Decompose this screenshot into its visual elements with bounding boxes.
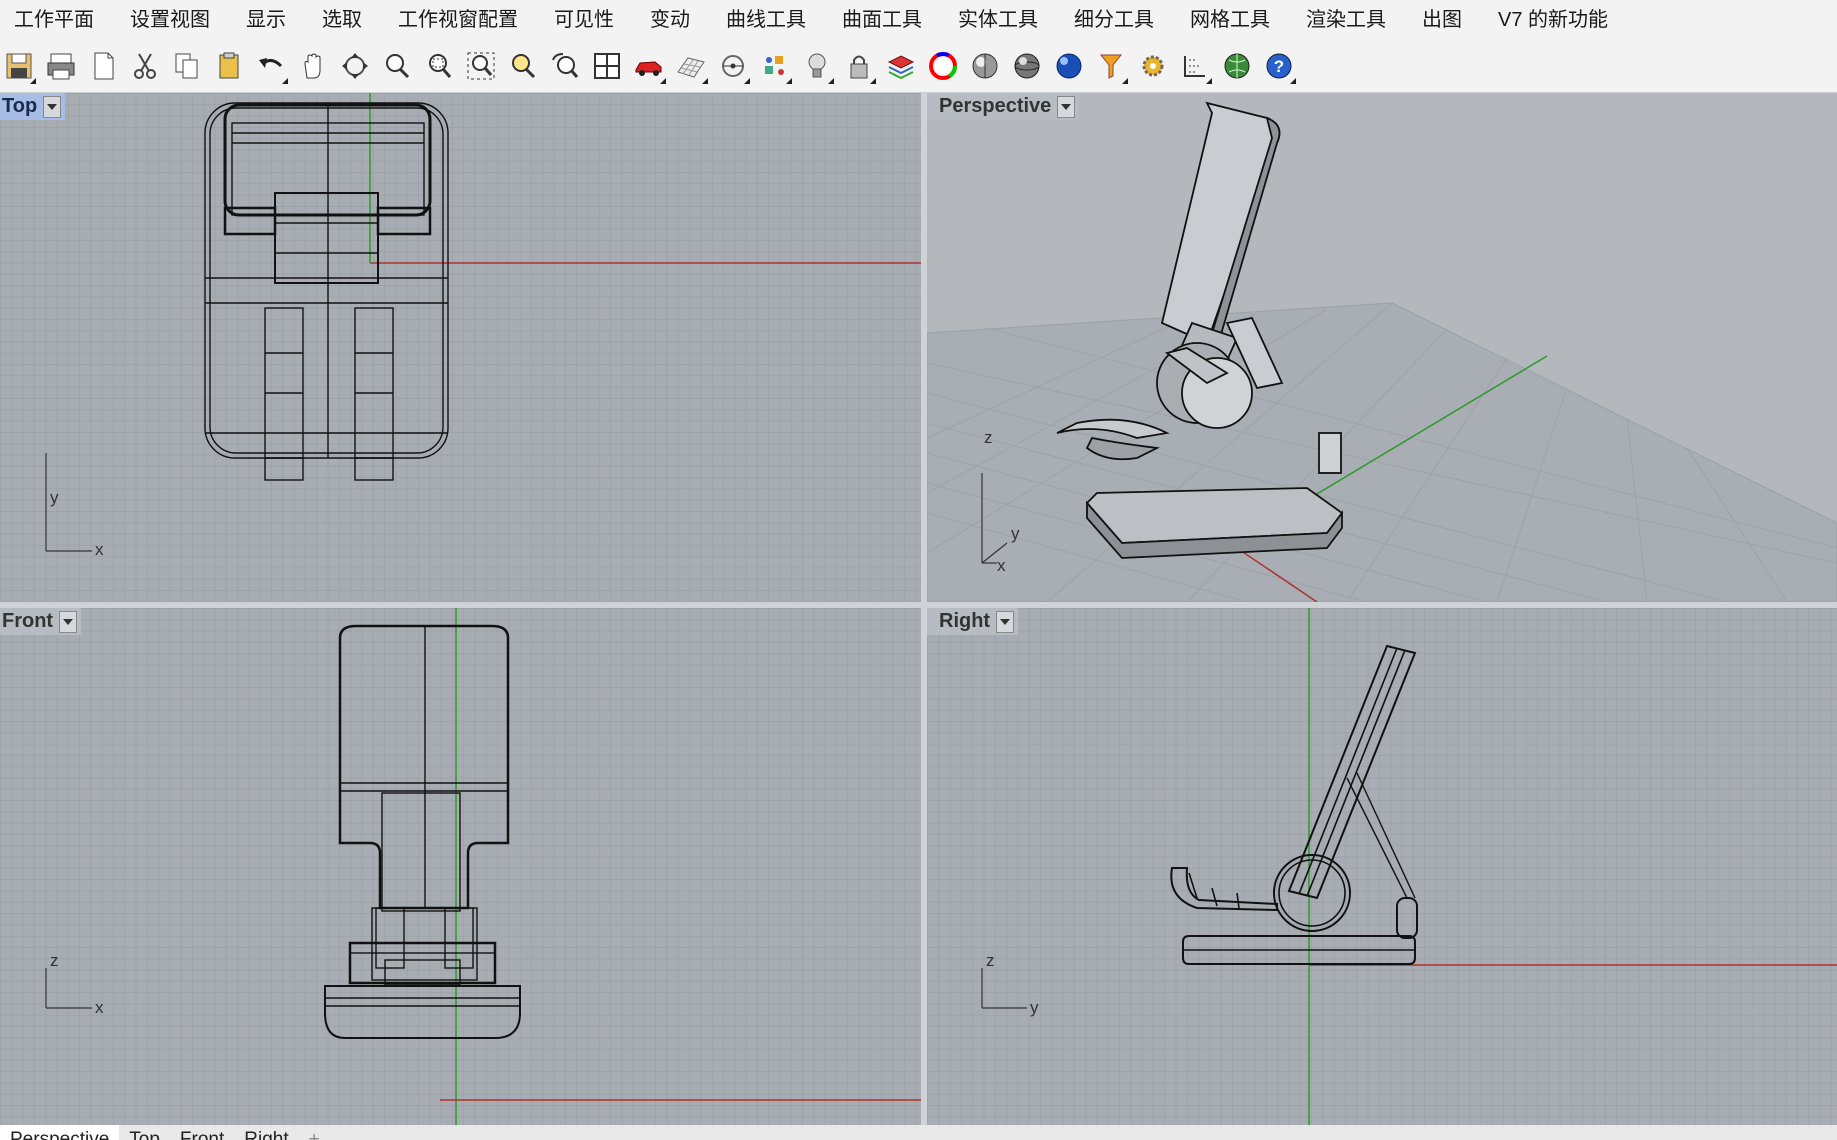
tab-perspective[interactable]: Perspective xyxy=(0,1125,120,1140)
menu-workplane[interactable]: 工作平面 xyxy=(0,0,116,40)
menu-surface-tools[interactable]: 曲面工具 xyxy=(828,0,944,40)
pan-hand-icon[interactable] xyxy=(294,46,332,86)
light-bulb-icon[interactable] xyxy=(798,46,836,86)
gumball-icon[interactable] xyxy=(756,46,794,86)
viewport-label-top[interactable]: Top xyxy=(0,93,66,120)
flyout-indicator-icon xyxy=(702,78,708,84)
viewport-perspective[interactable]: z y x Perspective xyxy=(927,93,1837,602)
flyout-indicator-icon xyxy=(1290,78,1296,84)
layers-icon[interactable] xyxy=(882,46,920,86)
rendered-sphere-icon[interactable] xyxy=(1008,46,1046,86)
zoom-extents-icon[interactable] xyxy=(462,46,500,86)
menu-select[interactable]: 选取 xyxy=(308,0,384,40)
right-axis-y: y xyxy=(1030,998,1039,1017)
flyout-indicator-icon xyxy=(828,78,834,84)
viewport-top[interactable]: y x Top xyxy=(0,93,921,602)
globe-icon[interactable] xyxy=(1218,46,1256,86)
snap-point-icon[interactable] xyxy=(714,46,752,86)
menu-transform[interactable]: 变动 xyxy=(636,0,712,40)
flyout-indicator-icon xyxy=(1122,78,1128,84)
perspective-view-drawing: z y x xyxy=(927,101,1837,602)
shaded-sphere-icon[interactable] xyxy=(966,46,1004,86)
menu-bar: 工作平面 设置视图 显示 选取 工作视窗配置 可见性 变动 曲线工具 曲面工具 … xyxy=(0,0,1837,41)
menu-new-in-v7[interactable]: V7 的新功能 xyxy=(1484,0,1630,40)
flyout-indicator-icon xyxy=(870,78,876,84)
dimension-icon[interactable] xyxy=(1176,46,1214,86)
chevron-down-icon[interactable] xyxy=(1057,95,1076,118)
persp-axis-x: x xyxy=(997,556,1006,575)
right-view-drawing: z y xyxy=(981,608,1837,1125)
flyout-indicator-icon xyxy=(660,78,666,84)
chevron-down-icon[interactable] xyxy=(43,95,62,118)
viewport-title: Right xyxy=(939,610,991,632)
paste-icon[interactable] xyxy=(210,46,248,86)
new-document-icon[interactable] xyxy=(84,46,122,86)
right-axis-z: z xyxy=(986,951,995,970)
add-tab-icon[interactable]: + xyxy=(299,1125,330,1140)
lock-icon[interactable] xyxy=(840,46,878,86)
menu-render-tools[interactable]: 渲染工具 xyxy=(1292,0,1408,40)
menu-set-view[interactable]: 设置视图 xyxy=(116,0,232,40)
chevron-down-icon[interactable] xyxy=(996,610,1015,633)
menu-drafting[interactable]: 出图 xyxy=(1408,0,1484,40)
viewport-title: Front xyxy=(2,610,54,632)
cut-icon[interactable] xyxy=(126,46,164,86)
top-axis-y: y xyxy=(50,488,59,507)
chevron-down-icon[interactable] xyxy=(59,610,78,633)
save-icon[interactable] xyxy=(0,46,38,86)
color-wheel-icon[interactable] xyxy=(924,46,962,86)
viewport-title: Perspective xyxy=(939,95,1052,117)
menu-mesh-tools[interactable]: 网格工具 xyxy=(1176,0,1292,40)
zoom-selected-icon[interactable] xyxy=(504,46,542,86)
viewport-label-perspective[interactable]: Perspective xyxy=(927,93,1080,120)
tab-front[interactable]: Front xyxy=(170,1125,234,1140)
menu-visibility[interactable]: 可见性 xyxy=(540,0,636,40)
undo-icon[interactable] xyxy=(252,46,290,86)
flyout-indicator-icon xyxy=(282,78,288,84)
zoom-icon[interactable] xyxy=(378,46,416,86)
undo-view-icon[interactable] xyxy=(546,46,584,86)
grid-icon[interactable] xyxy=(672,46,710,86)
tab-top[interactable]: Top xyxy=(119,1125,170,1140)
flyout-indicator-icon xyxy=(744,78,750,84)
menu-solid-tools[interactable]: 实体工具 xyxy=(944,0,1060,40)
persp-axis-y: y xyxy=(1011,524,1020,543)
zoom-window-icon[interactable] xyxy=(420,46,458,86)
rotate-view-icon[interactable] xyxy=(336,46,374,86)
print-icon[interactable] xyxy=(42,46,80,86)
select-filter-icon[interactable] xyxy=(1092,46,1130,86)
front-axis-z: z xyxy=(50,951,59,970)
menu-curve-tools[interactable]: 曲线工具 xyxy=(712,0,828,40)
svg-text:?: ? xyxy=(1274,57,1284,76)
menu-subd-tools[interactable]: 细分工具 xyxy=(1060,0,1176,40)
car-icon[interactable] xyxy=(630,46,668,86)
viewport-area: y x Top z y x Perspective z x Front z y … xyxy=(0,93,1837,1125)
blue-sphere-icon[interactable] xyxy=(1050,46,1088,86)
flyout-indicator-icon xyxy=(30,78,36,84)
flyout-indicator-icon xyxy=(1206,78,1212,84)
copy-icon[interactable] xyxy=(168,46,206,86)
main-toolbar: ? xyxy=(0,40,1837,93)
viewport-label-right[interactable]: Right xyxy=(927,608,1019,635)
viewport-title: Top xyxy=(2,95,38,117)
gear-icon[interactable] xyxy=(1134,46,1172,86)
help-icon[interactable]: ? xyxy=(1260,46,1298,86)
viewport-right[interactable]: z y Right xyxy=(927,608,1837,1125)
top-view-drawing: y x xyxy=(45,93,921,559)
tab-right[interactable]: Right xyxy=(234,1125,298,1140)
front-view-drawing: z x xyxy=(45,608,921,1125)
top-axis-x: x xyxy=(95,540,104,559)
viewport-label-front[interactable]: Front xyxy=(0,608,82,635)
viewport-front[interactable]: z x Front xyxy=(0,608,921,1125)
viewport-tabs: Perspective Top Front Right + xyxy=(0,1125,1837,1140)
front-axis-x: x xyxy=(95,998,104,1017)
four-viewports-icon[interactable] xyxy=(588,46,626,86)
menu-display[interactable]: 显示 xyxy=(232,0,308,40)
menu-viewport-layout[interactable]: 工作视窗配置 xyxy=(384,0,540,40)
flyout-indicator-icon xyxy=(786,78,792,84)
persp-axis-z: z xyxy=(984,428,993,447)
